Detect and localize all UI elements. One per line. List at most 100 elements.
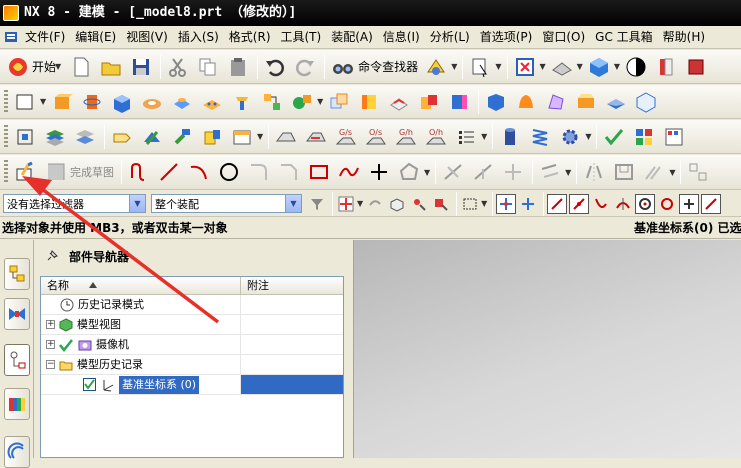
undo-selection-button[interactable]	[365, 194, 385, 214]
render-style-button[interactable]	[585, 53, 613, 81]
feature-button[interactable]	[422, 53, 450, 81]
orient-view-button[interactable]	[548, 53, 576, 81]
new-file-button[interactable]	[67, 53, 95, 81]
snap-intersection-button[interactable]	[613, 194, 633, 214]
sync-gs-button[interactable]: G/s	[332, 123, 360, 151]
derived-lines-button[interactable]	[640, 158, 668, 186]
menu-gc-toolkit[interactable]: GC 工具箱	[590, 26, 658, 48]
type-filter-select[interactable]: 没有选择过滤器 ▼	[3, 194, 146, 213]
mirror-curve-button[interactable]	[580, 158, 608, 186]
menu-view[interactable]: 视图(V)	[121, 26, 173, 48]
snap-quadrant-button[interactable]	[657, 194, 677, 214]
scope-select[interactable]: 整个装配 ▼	[151, 194, 302, 213]
chamfer-sketch-button[interactable]	[275, 158, 303, 186]
layer-settings-button[interactable]	[41, 123, 69, 151]
snap-point-button[interactable]	[518, 194, 538, 214]
make-corner-button[interactable]	[499, 158, 527, 186]
unite-button[interactable]	[288, 88, 316, 116]
move-layer-button[interactable]	[71, 123, 99, 151]
save-button[interactable]	[127, 53, 155, 81]
offset-face-button[interactable]	[385, 88, 413, 116]
menu-information[interactable]: 信息(I)	[378, 26, 425, 48]
graphics-window[interactable]	[354, 240, 741, 458]
cylinder-button[interactable]	[496, 123, 524, 151]
sketch-button[interactable]	[11, 88, 39, 116]
select-component-button[interactable]	[431, 194, 451, 214]
profile-button[interactable]	[125, 158, 153, 186]
snap-end-button[interactable]	[547, 193, 568, 214]
column-name-header[interactable]: 名称	[41, 277, 241, 294]
revolve-button[interactable]	[78, 88, 106, 116]
snap-on-curve-button[interactable]	[701, 193, 722, 214]
select-feature-button[interactable]	[409, 194, 429, 214]
resource-tab-part-navigator[interactable]	[4, 344, 30, 376]
tree-row-datum-csys[interactable]: 基准坐标系 (0)	[41, 375, 343, 395]
snap-mid-button[interactable]	[569, 193, 590, 214]
selection-priority-button[interactable]	[336, 194, 356, 214]
tree-row-model-views[interactable]: + 模型视图	[41, 315, 343, 335]
pattern-button[interactable]	[198, 88, 226, 116]
table-button[interactable]	[228, 123, 256, 151]
tree-row-history-mode[interactable]: 历史记录模式	[41, 295, 343, 315]
hole-button[interactable]	[138, 88, 166, 116]
line-button[interactable]	[155, 158, 183, 186]
column-note-header[interactable]: 附注	[241, 277, 343, 294]
rib-button[interactable]	[512, 88, 540, 116]
check-geometry-button[interactable]	[198, 123, 226, 151]
resource-tab-constraint-navigator[interactable]	[4, 298, 30, 330]
move-feature-button[interactable]	[258, 88, 286, 116]
polygon-button[interactable]	[395, 158, 423, 186]
tree-row-model-history[interactable]: − 模型历史记录	[41, 355, 343, 375]
quick-trim-button[interactable]	[439, 158, 467, 186]
grid-button[interactable]	[630, 123, 658, 151]
menu-window[interactable]: 窗口(O)	[537, 26, 590, 48]
menu-edit[interactable]: 编辑(E)	[70, 26, 121, 48]
datum-button[interactable]	[11, 123, 39, 151]
collapse-icon[interactable]: −	[46, 360, 55, 369]
measure-angle-button[interactable]	[168, 123, 196, 151]
shell-button[interactable]	[355, 88, 383, 116]
measure-distance-button[interactable]	[138, 123, 166, 151]
snap-center-button[interactable]	[635, 193, 656, 214]
checkbox-checked-icon[interactable]	[81, 377, 97, 393]
menu-analysis[interactable]: 分析(L)	[425, 26, 475, 48]
command-finder-button[interactable]: 命令查找器	[328, 56, 422, 78]
menu-preferences[interactable]: 首选项(P)	[475, 26, 538, 48]
palette-button[interactable]	[660, 123, 688, 151]
layer-button[interactable]	[682, 53, 710, 81]
menu-assembly[interactable]: 装配(A)	[326, 26, 378, 48]
spring-button[interactable]	[526, 123, 554, 151]
info-button[interactable]	[466, 53, 494, 81]
finish-sketch-button[interactable]: 完成草图	[41, 161, 118, 183]
menu-tools[interactable]: 工具(T)	[276, 26, 327, 48]
circle-button[interactable]	[215, 158, 243, 186]
cut-button[interactable]	[164, 53, 192, 81]
section-view-button[interactable]	[652, 53, 680, 81]
snap-existing-point-button[interactable]	[679, 193, 700, 214]
resource-tab-reuse-library[interactable]	[4, 388, 30, 420]
pattern-curve-button[interactable]	[610, 158, 638, 186]
paste-button[interactable]	[224, 53, 252, 81]
tree-row-cameras[interactable]: + 摄像机	[41, 335, 343, 355]
copy-button[interactable]	[194, 53, 222, 81]
undo-button[interactable]	[261, 53, 289, 81]
expand-icon[interactable]: +	[46, 320, 55, 329]
boss-button[interactable]	[168, 88, 196, 116]
sketch-task-button[interactable]	[11, 158, 39, 186]
resource-tab-assembly-navigator[interactable]	[4, 258, 30, 290]
menu-file[interactable]: 文件(F)	[20, 26, 70, 48]
face-blend-button[interactable]	[572, 88, 600, 116]
quick-extend-button[interactable]	[469, 158, 497, 186]
snap-endpoint-button[interactable]	[496, 193, 517, 214]
sheet-button[interactable]	[632, 88, 660, 116]
split-body-button[interactable]	[445, 88, 473, 116]
fit-view-button[interactable]	[511, 53, 539, 81]
thicken-button[interactable]	[602, 88, 630, 116]
sync-oh-button[interactable]: O/h	[422, 123, 450, 151]
draft-button[interactable]	[482, 88, 510, 116]
sync-os-button[interactable]: O/s	[362, 123, 390, 151]
sync-gh-button[interactable]: G/h	[392, 123, 420, 151]
rectangle-button[interactable]	[305, 158, 333, 186]
pin-icon[interactable]	[45, 249, 59, 263]
point-button[interactable]	[365, 158, 393, 186]
